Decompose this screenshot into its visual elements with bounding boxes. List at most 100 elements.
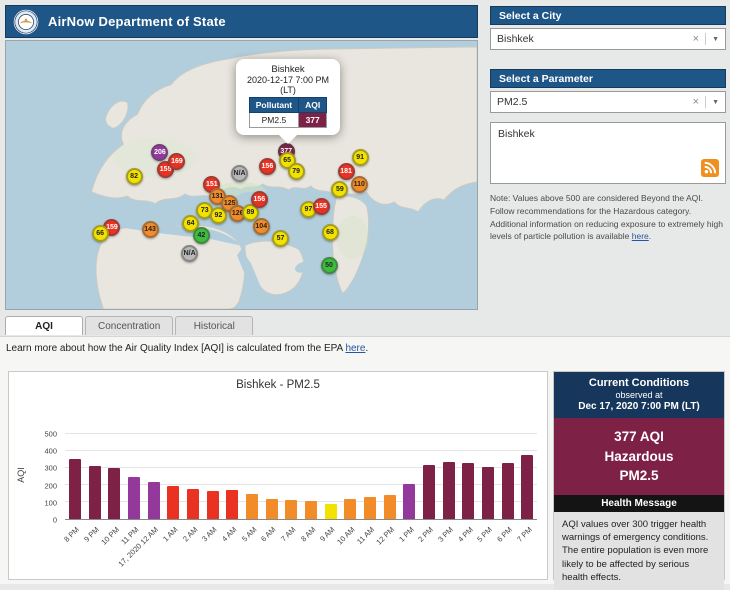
- popup-datetime: 2020-12-17 7:00 PM: [242, 75, 334, 85]
- current-conditions-header: Current Conditions observed at Dec 17, 2…: [554, 372, 724, 418]
- observed-datetime: Dec 17, 2020 7:00 PM (LT): [558, 401, 720, 412]
- chart-bar[interactable]: [325, 504, 337, 519]
- chart-y-tick: 200: [25, 481, 57, 490]
- map-marker[interactable]: 110: [351, 176, 368, 193]
- chart-bar[interactable]: [89, 466, 101, 519]
- chart-bar[interactable]: [462, 463, 474, 519]
- city-caret-icon[interactable]: ▼: [706, 36, 719, 43]
- map-marker[interactable]: 91: [352, 149, 369, 166]
- parameter-select[interactable]: PM2.5 × ▼: [490, 91, 726, 113]
- popup-aqi-value: 377: [299, 113, 327, 128]
- chart-bar[interactable]: [305, 501, 317, 519]
- popup-aqi-table: Pollutant AQI PM2.5 377: [249, 97, 327, 128]
- chart-bar[interactable]: [482, 467, 494, 519]
- rss-icon[interactable]: [701, 159, 719, 177]
- chart-bar[interactable]: [423, 465, 435, 519]
- map-marker[interactable]: 181: [338, 163, 355, 180]
- map-marker[interactable]: 82: [126, 168, 143, 185]
- map-marker[interactable]: 79: [288, 163, 305, 180]
- popup-timezone: (LT): [242, 85, 334, 95]
- chart-x-label: 1 PM: [397, 525, 416, 544]
- chart-bar[interactable]: [246, 494, 258, 520]
- chart-bar[interactable]: [207, 491, 219, 519]
- chart-x-label: 7 AM: [279, 525, 297, 543]
- chart-bar[interactable]: [167, 486, 179, 519]
- map-marker[interactable]: 68: [322, 224, 339, 241]
- chart-bar[interactable]: [502, 463, 514, 519]
- chart-x-label: 1 AM: [161, 525, 179, 543]
- chart-bar[interactable]: [285, 500, 297, 519]
- chart-plot: [65, 434, 537, 520]
- chart-bar[interactable]: [364, 497, 376, 519]
- tab-aqi[interactable]: AQI: [5, 316, 83, 335]
- chart-y-ticks: 0100200300400500: [27, 434, 59, 520]
- map-marker[interactable]: 42: [193, 227, 210, 244]
- chart-bar[interactable]: [128, 477, 140, 520]
- chart-x-label: 6 AM: [259, 525, 277, 543]
- feed-city-text: Bishkek: [491, 123, 725, 145]
- city-select-value: Bishkek: [497, 33, 687, 45]
- chart-bar[interactable]: [148, 482, 160, 519]
- select-parameter-header: Select a Parameter: [490, 69, 726, 88]
- map-marker[interactable]: 50: [321, 257, 338, 274]
- chart-x-label: 4 PM: [456, 525, 475, 544]
- chart-bar[interactable]: [443, 462, 455, 519]
- city-clear-icon[interactable]: ×: [687, 33, 706, 45]
- chart-x-label: 3 AM: [200, 525, 218, 543]
- chart-y-tick: 400: [25, 447, 57, 456]
- map-marker[interactable]: 143: [142, 221, 159, 238]
- map-marker[interactable]: 156: [259, 158, 276, 175]
- chart-bar[interactable]: [403, 484, 415, 519]
- chart-bar[interactable]: [521, 455, 533, 519]
- tab-historical[interactable]: Historical: [175, 316, 253, 335]
- current-aqi-pollutant: PM2.5: [558, 466, 720, 486]
- learn-more-suffix: .: [365, 343, 368, 354]
- note-here-link[interactable]: here: [632, 231, 649, 241]
- aqi-map[interactable]: 20682155169N/A1511317392644215966143N/A3…: [5, 40, 478, 310]
- chart-bar[interactable]: [226, 490, 238, 519]
- chart-x-label: 2 AM: [181, 525, 199, 543]
- tab-concentration[interactable]: Concentration: [85, 316, 173, 335]
- current-conditions-title: Current Conditions: [558, 377, 720, 389]
- map-marker[interactable]: 66: [92, 225, 109, 242]
- map-marker[interactable]: 155: [313, 198, 330, 215]
- app-header: AirNow Department of State: [5, 5, 478, 38]
- map-marker[interactable]: 156: [251, 191, 268, 208]
- health-message-header: Health Message: [554, 495, 724, 512]
- health-message-text: AQI values over 300 trigger health warni…: [554, 512, 724, 590]
- parameter-caret-icon[interactable]: ▼: [706, 99, 719, 106]
- chart-x-label: 9 PM: [82, 525, 101, 544]
- chart-bar[interactable]: [187, 489, 199, 519]
- chart-bar[interactable]: [69, 459, 81, 519]
- chart-x-label: 5 PM: [476, 525, 495, 544]
- chart-bar[interactable]: [108, 468, 120, 519]
- chart-x-label: 8 PM: [62, 525, 81, 544]
- page-title: AirNow Department of State: [48, 14, 226, 29]
- map-marker[interactable]: 104: [253, 218, 270, 235]
- map-marker[interactable]: 57: [272, 230, 289, 247]
- chart-y-tick: 100: [25, 498, 57, 507]
- chart-bar[interactable]: [266, 499, 278, 519]
- note-prefix: Note: Values above 500 are considered Be…: [490, 193, 723, 241]
- aqi-chart-panel: Bishkek - PM2.5 AQI 0100200300400500 8 P…: [8, 371, 548, 580]
- note-suffix: .: [649, 231, 651, 241]
- chart-bar[interactable]: [344, 499, 356, 519]
- parameter-clear-icon[interactable]: ×: [687, 96, 706, 108]
- chart-x-label: 8 AM: [299, 525, 317, 543]
- beyond-aqi-note: Note: Values above 500 are considered Be…: [490, 192, 726, 243]
- chart-bar[interactable]: [384, 495, 396, 519]
- epa-learn-more-link[interactable]: here: [345, 343, 365, 354]
- current-aqi-category: Hazardous: [558, 447, 720, 467]
- chart-title: Bishkek - PM2.5: [9, 379, 547, 391]
- city-select[interactable]: Bishkek × ▼: [490, 28, 726, 50]
- view-tabs: AQI Concentration Historical: [5, 316, 253, 335]
- popup-pollutant-value: PM2.5: [249, 113, 298, 128]
- map-marker[interactable]: N/A: [231, 165, 248, 182]
- popup-city: Bishkek: [242, 64, 334, 75]
- chart-y-tick: 0: [25, 516, 57, 525]
- chart-x-label: 5 AM: [240, 525, 258, 543]
- popup-col-aqi: AQI: [299, 98, 327, 113]
- chart-x-label: 6 PM: [495, 525, 514, 544]
- chart-x-label: 3 PM: [436, 525, 455, 544]
- current-aqi-value: 377 AQI: [558, 427, 720, 447]
